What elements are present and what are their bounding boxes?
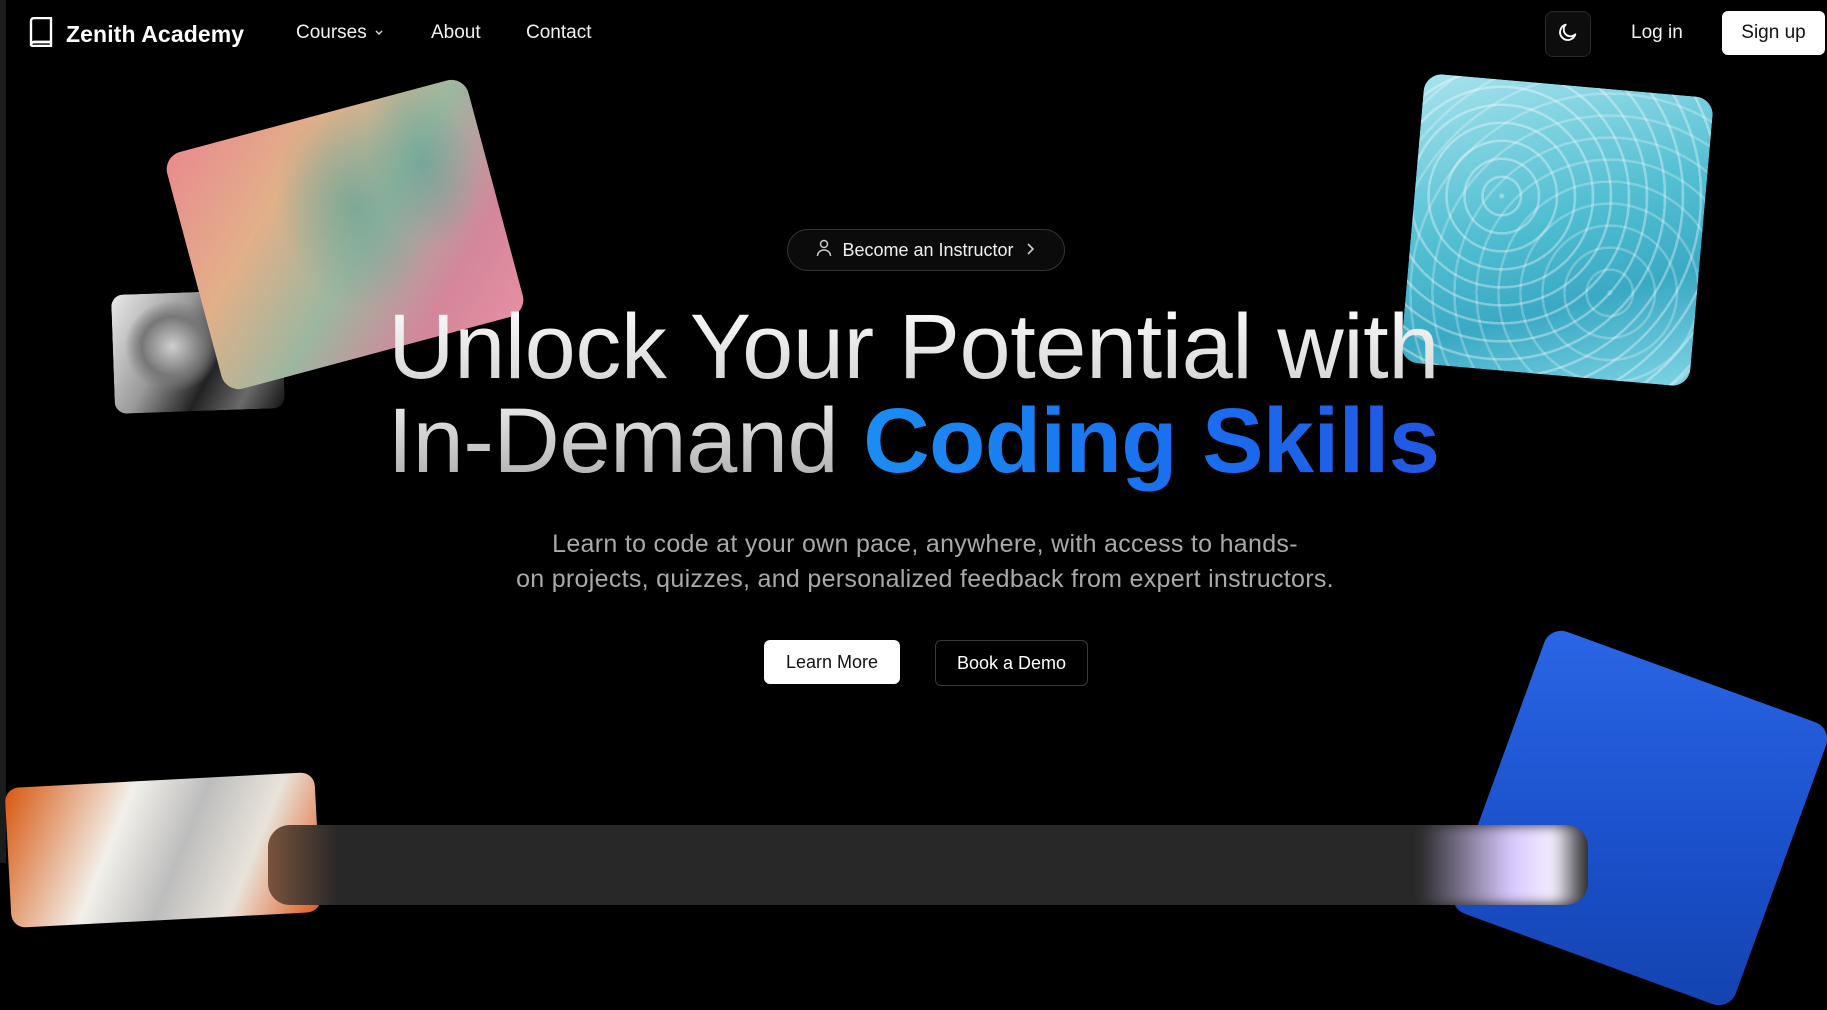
book-demo-button[interactable]: Book a Demo bbox=[935, 640, 1088, 686]
headline-line-2: In-Demand bbox=[387, 390, 864, 492]
pill-label: Become an Instructor bbox=[842, 239, 1014, 260]
hero-subtitle: Learn to code at your own pace, anywhere… bbox=[460, 527, 1390, 597]
subtitle-line-2: on projects, quizzes, and personalized f… bbox=[516, 565, 1334, 593]
become-instructor-pill[interactable]: Become an Instructor bbox=[787, 229, 1065, 271]
theme-toggle-button[interactable] bbox=[1545, 11, 1591, 57]
hero-headline: Unlock Your Potential with In-Demand Cod… bbox=[0, 300, 1827, 488]
headline-accent: Coding Skills bbox=[863, 390, 1440, 492]
user-icon bbox=[816, 239, 832, 262]
preview-panel bbox=[268, 825, 1588, 905]
nav-about-link[interactable]: About bbox=[431, 22, 481, 44]
login-button[interactable]: Log in bbox=[1631, 22, 1683, 44]
signup-button[interactable]: Sign up bbox=[1722, 11, 1825, 55]
headline-line-1: Unlock Your Potential with bbox=[388, 296, 1439, 398]
subtitle-line-1: Learn to code at your own pace, anywhere… bbox=[552, 530, 1298, 558]
brand-name: Zenith Academy bbox=[66, 21, 245, 47]
nav-courses-label: Courses bbox=[296, 22, 367, 43]
chevron-right-icon bbox=[1024, 240, 1036, 261]
learn-more-button[interactable]: Learn More bbox=[764, 640, 900, 684]
moon-icon bbox=[1557, 21, 1579, 48]
brand-logo-link[interactable]: Zenith Academy bbox=[28, 16, 245, 52]
top-navigation: Zenith Academy Courses About Contact Log… bbox=[0, 0, 1827, 66]
chevron-down-icon bbox=[373, 22, 385, 44]
nav-contact-link[interactable]: Contact bbox=[526, 22, 591, 44]
nav-courses-dropdown[interactable]: Courses bbox=[296, 22, 385, 44]
book-icon bbox=[28, 16, 54, 52]
decorative-card-blue bbox=[1447, 625, 1827, 1010]
